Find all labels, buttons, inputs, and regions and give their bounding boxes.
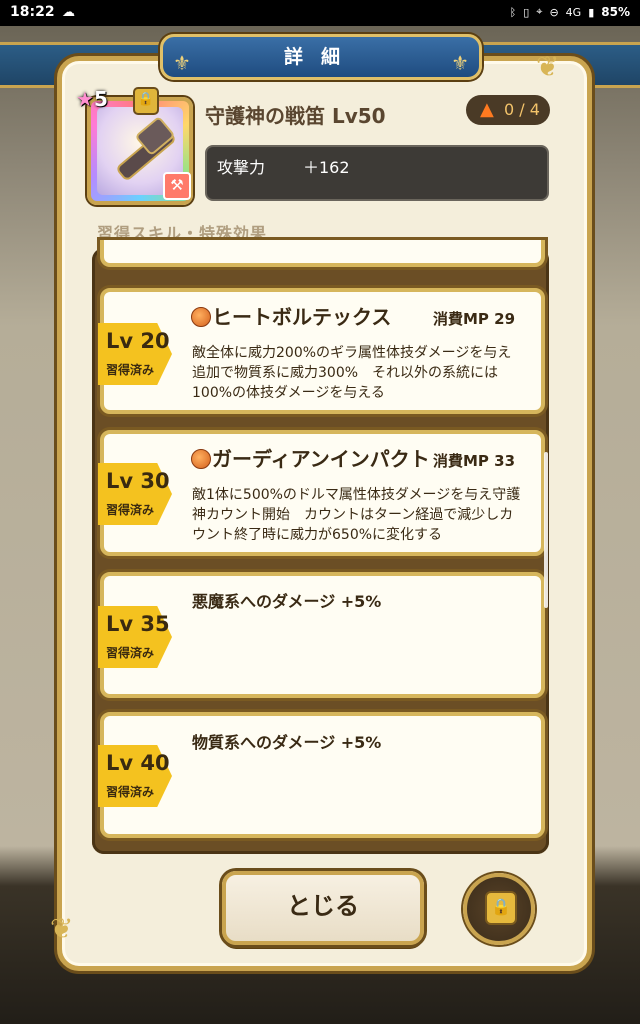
status-icons: ᛒ ▯ ⌖ ⊖ 4G ▮ 85% xyxy=(510,5,630,19)
level-label: Lv 30 xyxy=(106,469,170,493)
level-tag: Lv 30 習得済み xyxy=(98,463,180,525)
level-label: Lv 20 xyxy=(106,329,170,353)
level-label: Lv 35 xyxy=(106,612,170,636)
rarity-value: 5 xyxy=(93,87,108,111)
corner-ornament-icon: ❦ xyxy=(50,912,74,945)
upgrade-counter: ▲ 0 / 4 xyxy=(466,95,550,125)
dnd-icon: ⊖ xyxy=(549,5,559,19)
level-tag: Lv 35 習得済み xyxy=(98,606,180,668)
learned-label: 習得済み xyxy=(106,646,155,660)
skill-name: ガーディアンインパクト xyxy=(212,447,430,471)
rarity-badge: ★5 xyxy=(76,87,108,111)
status-bar: 18:22 ☁ ᛒ ▯ ⌖ ⊖ 4G ▮ 85% xyxy=(0,0,640,26)
skill-mp: 消費MP 33 xyxy=(433,452,516,470)
lock-icon: 🔒 xyxy=(485,891,517,925)
cloud-icon: ☁ xyxy=(62,5,75,20)
close-button[interactable]: とじる xyxy=(222,871,424,945)
level-tag: Lv 20 習得済み xyxy=(98,323,180,385)
learned-label: 習得済み xyxy=(106,503,155,517)
bluetooth-icon: ᛒ xyxy=(509,5,517,19)
location-icon: ⌖ xyxy=(536,5,543,18)
skill-mp: 消費MP 29 xyxy=(433,310,516,328)
upgrade-value: 0 / 4 xyxy=(504,100,540,119)
upgrade-arrow-icon: ▲ xyxy=(480,99,494,120)
skill-type-icon xyxy=(191,449,211,469)
dialog-title: 詳細 xyxy=(283,46,358,68)
corner-ornament-icon: ❦ xyxy=(536,50,560,83)
skill-description: 敵1体に500%のドルマ属性体技ダメージを与え守護神カウント開始 カウントはター… xyxy=(192,487,521,543)
vibrate-icon: ▯ xyxy=(523,5,530,19)
stat-value: ＋162 xyxy=(303,158,350,177)
level-label: Lv 40 xyxy=(106,751,170,775)
network-label: 4G xyxy=(565,5,582,19)
signal-icon: ▮ xyxy=(588,5,595,19)
status-time: 18:22 xyxy=(10,4,55,20)
learned-label: 習得済み xyxy=(106,785,155,799)
skill-name: ヒートボルテックス xyxy=(212,305,392,329)
fleur-icon: ⚜ xyxy=(451,51,469,75)
stat-label: 攻撃力 xyxy=(217,158,266,177)
list-scrollbar[interactable] xyxy=(544,452,548,608)
stat-box: 攻撃力 ＋162 xyxy=(205,145,549,201)
learned-label: 習得済み xyxy=(106,363,155,377)
weapon-type-icon: ⚒ xyxy=(163,172,191,200)
skill-type-icon xyxy=(191,307,211,327)
star-icon: ★ xyxy=(76,87,94,111)
level-tag: Lv 40 習得済み xyxy=(98,745,180,807)
dialog-title-plate: ⚜ 詳細 ⚜ xyxy=(160,34,482,80)
effect-text: 悪魔系へのダメージ +5% xyxy=(192,592,382,611)
item-name: 守護神の戦笛 Lv50 xyxy=(205,104,386,128)
lock-button[interactable]: 🔒 xyxy=(463,873,535,945)
battery-level: 85% xyxy=(601,5,630,19)
lock-icon: 🔒 xyxy=(133,87,159,115)
skill-description: 敵全体に威力200%のギラ属性体技ダメージを与え 追加で物質系に威力300% そ… xyxy=(192,345,526,401)
list-item xyxy=(100,240,545,267)
effect-text: 物質系へのダメージ +5% xyxy=(192,733,382,752)
fleur-icon: ⚜ xyxy=(173,51,191,75)
